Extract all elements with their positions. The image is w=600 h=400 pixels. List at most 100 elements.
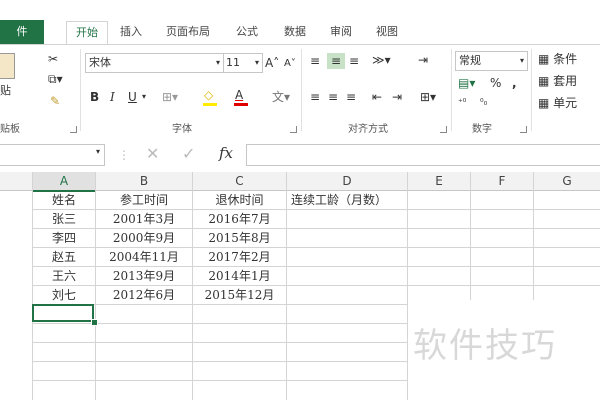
chevron-down-icon[interactable]: ▾ (142, 89, 146, 105)
tab-formulas[interactable]: 公式 (236, 22, 258, 42)
format-as-table-button[interactable]: ▦ 套用 (538, 73, 600, 89)
conditional-format-label: 条件 (553, 52, 578, 66)
merge-cells-icon[interactable]: ⊞▾ (420, 89, 436, 105)
italic-button[interactable]: I (110, 89, 115, 105)
table-cell[interactable]: 张三 (33, 210, 95, 229)
chevron-down-icon: ▾ (215, 58, 220, 67)
table-cell[interactable]: 李四 (33, 229, 95, 248)
tab-review[interactable]: 审阅 (330, 22, 352, 42)
column-header-f[interactable]: F (471, 172, 534, 191)
select-all-corner[interactable] (0, 172, 33, 191)
fill-color-icon[interactable]: ◇ (204, 87, 213, 103)
table-cell[interactable]: 2015年8月 (193, 229, 286, 248)
align-bottom-icon[interactable]: ≡ (349, 53, 359, 69)
align-right-icon[interactable]: ≡ (346, 89, 356, 105)
bold-button[interactable]: B (90, 89, 99, 105)
insert-function-button[interactable]: fx (219, 145, 233, 161)
font-launcher-icon[interactable] (290, 126, 297, 133)
paste-label[interactable]: 贴 (0, 83, 11, 99)
font-name-select[interactable]: 宋体 ▾ (85, 53, 224, 73)
table-cell[interactable]: 2001年3月 (96, 210, 192, 229)
column-header-b[interactable]: B (96, 172, 193, 191)
increase-indent-icon[interactable]: ⇥ (392, 89, 402, 105)
active-cell[interactable] (32, 304, 94, 322)
table-header-cell[interactable]: 退休时间 (193, 191, 286, 210)
align-middle-icon[interactable]: ≡ (327, 53, 345, 69)
comma-button[interactable]: , (512, 75, 517, 91)
column-header-c[interactable]: C (193, 172, 287, 191)
column-header-a[interactable]: A (33, 172, 96, 192)
align-top-icon[interactable]: ≡ (310, 53, 320, 69)
table-cell[interactable]: 2016年7月 (193, 210, 286, 229)
accounting-format-icon[interactable]: ▤▾ (458, 75, 475, 91)
tab-insert[interactable]: 插入 (120, 22, 142, 42)
table-cell[interactable]: 王六 (33, 267, 95, 286)
font-color-button[interactable]: A (235, 87, 243, 103)
format-painter-icon[interactable]: ✎ (50, 93, 60, 109)
alignment-group-label: 对齐方式 (348, 124, 388, 135)
grid-line (407, 190, 408, 400)
table-cell[interactable]: 2014年1月 (193, 267, 286, 286)
borders-icon[interactable]: ⊞▾ (162, 89, 178, 105)
column-header-g[interactable]: G (534, 172, 600, 191)
cut-icon[interactable]: ✂ (48, 51, 58, 67)
conditional-format-button[interactable]: ▦ 条件 (538, 51, 600, 67)
formula-bar: ▾ ⋮ ✕ ✓ fx (0, 137, 600, 171)
clipboard-group-label: 贴板 (0, 124, 20, 135)
phonetic-icon[interactable]: 文▾ (272, 89, 290, 105)
table-cell[interactable]: 2000年9月 (96, 229, 192, 248)
grid-line (533, 190, 534, 300)
decrease-font-icon[interactable]: A˅ (284, 56, 296, 72)
group-separator (301, 49, 302, 131)
table-cell[interactable]: 2015年12月 (193, 286, 286, 305)
fill-handle[interactable] (91, 319, 98, 326)
align-left-icon[interactable]: ≡ (310, 89, 320, 105)
table-cell[interactable]: 2012年6月 (96, 286, 192, 305)
copy-icon[interactable]: ⧉▾ (48, 71, 63, 87)
decrease-indent-icon[interactable]: ⇤ (372, 89, 382, 105)
column-header-d[interactable]: D (287, 172, 408, 191)
grid-line (32, 323, 407, 324)
table-cell[interactable]: 刘七 (33, 286, 95, 305)
clipboard-launcher-icon[interactable] (70, 126, 77, 133)
cell-styles-button[interactable]: ▦ 单元 (538, 95, 600, 111)
fill-color-swatch (203, 103, 217, 106)
column-header-e[interactable]: E (408, 172, 471, 191)
number-format-select[interactable]: 常规 ▾ (455, 51, 528, 71)
chevron-down-icon: ▾ (519, 56, 524, 65)
formula-input[interactable] (246, 144, 600, 166)
confirm-icon[interactable]: ✓ (182, 146, 195, 162)
name-box[interactable]: ▾ (0, 144, 105, 166)
align-center-icon[interactable]: ≡ (328, 89, 338, 105)
orientation-icon[interactable]: ≫▾ (372, 52, 391, 68)
table-header-cell[interactable]: 连续工龄（月数） (287, 191, 411, 210)
font-color-swatch (234, 103, 248, 106)
cancel-icon[interactable]: ✕ (146, 146, 159, 162)
number-launcher-icon[interactable] (520, 126, 527, 133)
percent-button[interactable]: % (490, 75, 501, 91)
increase-decimal-icon[interactable]: ⁺⁰ (458, 95, 466, 111)
table-cell[interactable]: 2004年11月 (96, 248, 192, 267)
increase-font-icon[interactable]: A˄ (265, 55, 279, 71)
paste-icon[interactable] (0, 53, 15, 79)
font-size-select[interactable]: 11 ▾ (223, 53, 263, 73)
tab-page-layout[interactable]: 页面布局 (166, 22, 210, 42)
chevron-down-icon: ▾ (254, 58, 259, 67)
tab-file[interactable]: 件 (0, 20, 44, 44)
table-header-cell[interactable]: 姓名 (33, 191, 95, 210)
tab-view[interactable]: 视图 (376, 22, 398, 42)
group-separator (80, 49, 81, 131)
table-cell[interactable]: 2013年9月 (96, 267, 192, 286)
wrap-text-icon[interactable]: ⇥ (418, 52, 428, 68)
table-cell[interactable]: 2017年2月 (193, 248, 286, 267)
table-cell[interactable]: 赵五 (33, 248, 95, 267)
tab-home[interactable]: 开始 (66, 21, 108, 45)
grid-line (32, 342, 407, 343)
ribbon-home: 贴 ✂ ⧉▾ ✎ 贴板 宋体 ▾ 11 ▾ A˄ A˅ B I U ▾ ⊞▾ ◇… (0, 44, 600, 138)
decrease-decimal-icon[interactable]: ⁰₀ (480, 95, 487, 111)
tab-data[interactable]: 数据 (284, 22, 306, 42)
formula-bar-grip-icon: ⋮ (118, 148, 130, 162)
table-header-cell[interactable]: 参工时间 (96, 191, 192, 210)
alignment-launcher-icon[interactable] (440, 126, 447, 133)
underline-button[interactable]: U (128, 89, 137, 105)
